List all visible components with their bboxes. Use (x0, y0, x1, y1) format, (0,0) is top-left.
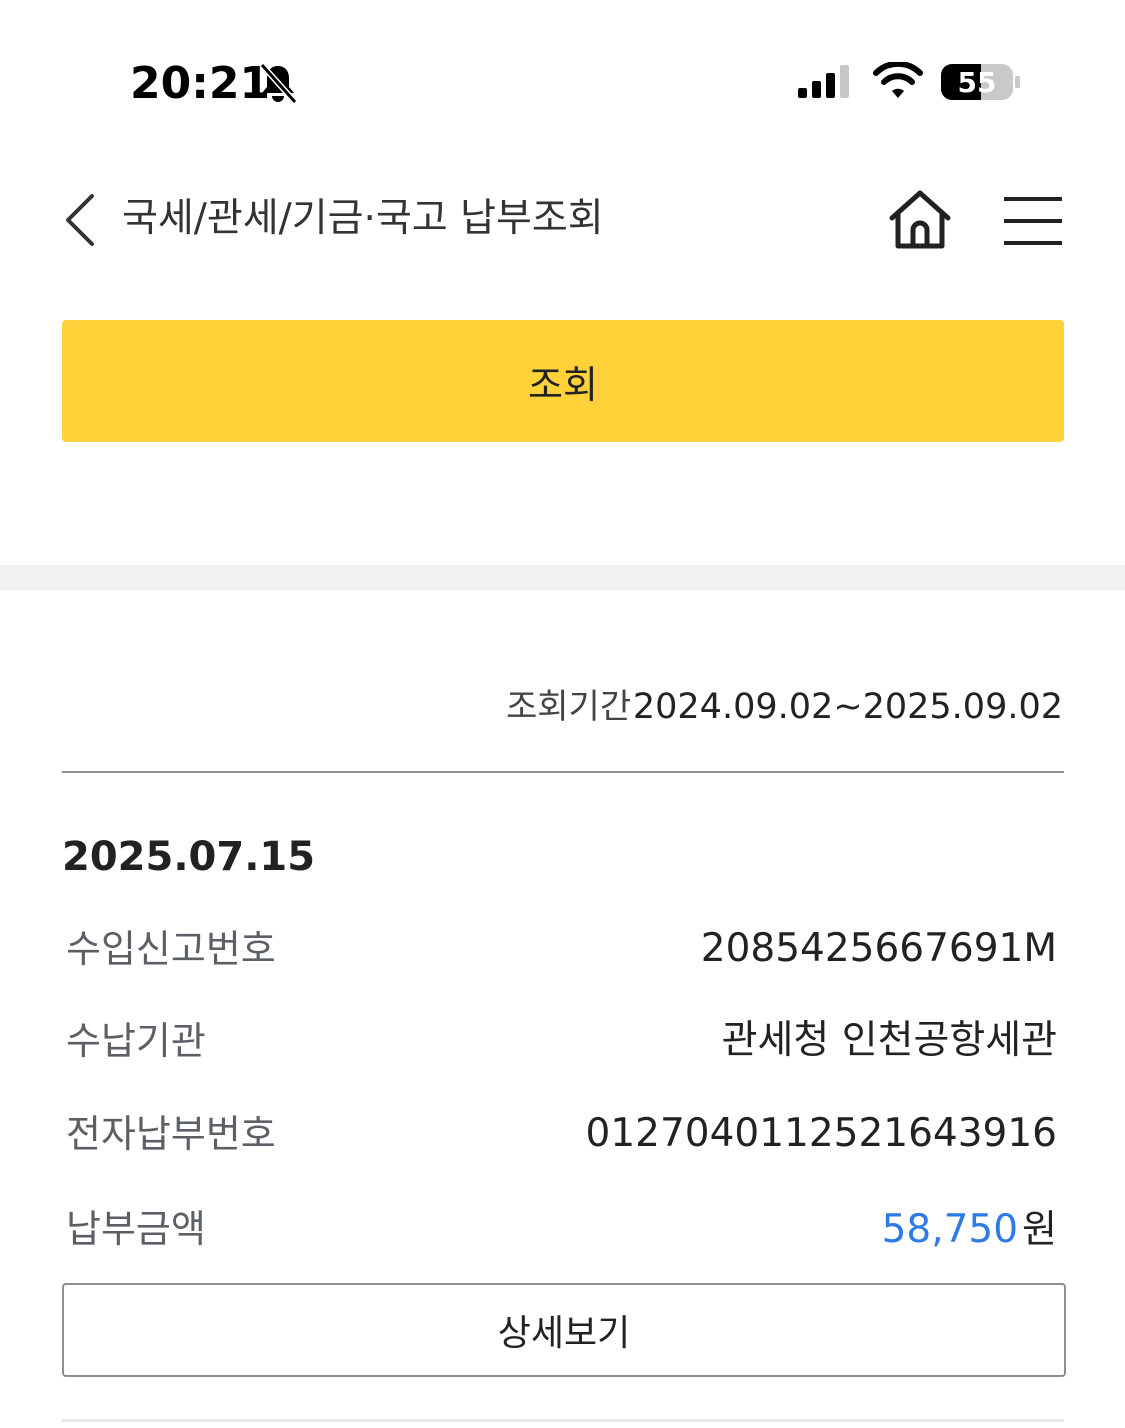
home-icon[interactable] (886, 188, 954, 252)
signal-icon (798, 65, 849, 98)
import-declaration-label: 수입신고번호 (66, 927, 276, 971)
record-date: 2025.07.15 (62, 834, 316, 880)
section-divider-band (0, 565, 1125, 590)
view-detail-button[interactable]: 상세보기 (62, 1283, 1066, 1377)
period-label: 조회기간 (506, 687, 632, 727)
e-payment-number-value: 0127040112521643916 (585, 1111, 1057, 1156)
payment-amount-unit: 원 (1022, 1207, 1057, 1251)
wifi-icon (873, 62, 923, 98)
search-button[interactable]: 조회 (62, 320, 1064, 442)
receiving-agency-label: 수납기관 (66, 1019, 206, 1063)
payment-amount-value: 58,750 (881, 1207, 1019, 1252)
import-declaration-value: 2085425667691M (700, 926, 1057, 971)
back-chevron-icon[interactable] (62, 192, 102, 248)
divider (62, 771, 1064, 773)
payment-amount: 58,750 원 (882, 1202, 1057, 1264)
menu-icon[interactable] (1004, 196, 1062, 246)
status-time: 20:21 (130, 58, 271, 109)
bell-slash-icon (259, 63, 298, 104)
page-title: 국세/관세/기금·국고 납부조회 (122, 196, 604, 241)
period-value: 2024.09.02~2025.09.02 (632, 687, 1063, 727)
payment-amount-label: 납부금액 (66, 1207, 206, 1251)
battery-icon: 55 (940, 62, 1022, 102)
e-payment-number-label: 전자납부번호 (66, 1112, 276, 1156)
battery-level: 55 (957, 65, 997, 99)
receiving-agency-value: 관세청 인천공항세관 (721, 1018, 1057, 1063)
divider (62, 1419, 1064, 1422)
